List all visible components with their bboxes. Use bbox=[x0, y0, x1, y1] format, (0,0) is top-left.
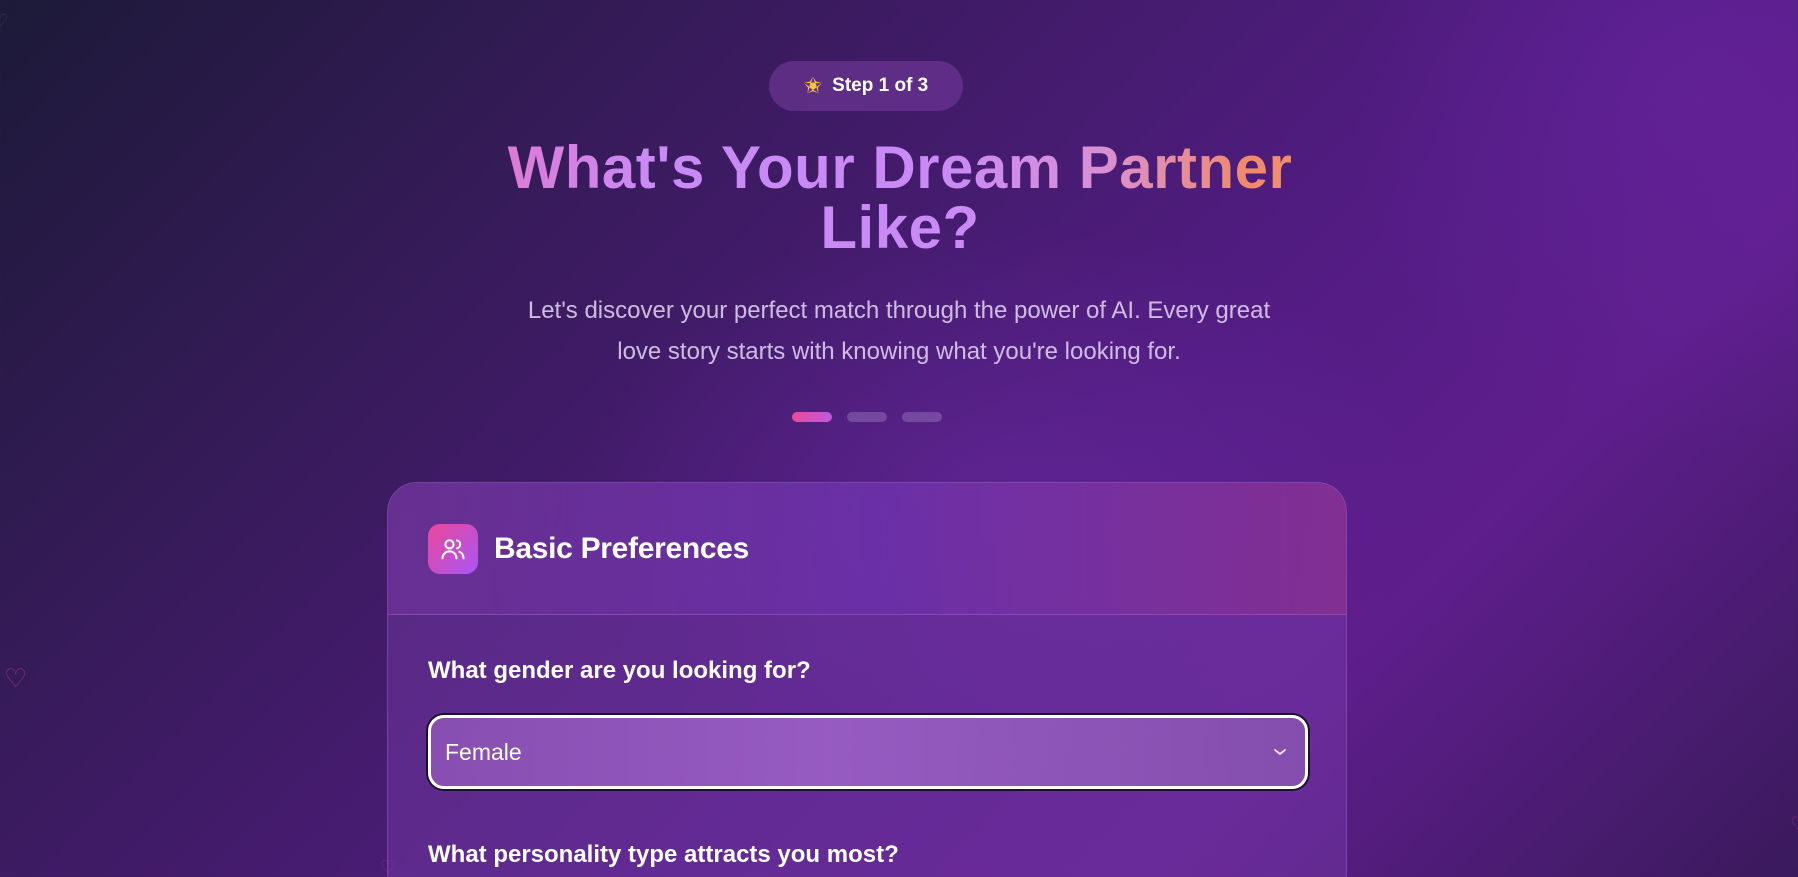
subtitle-line1: Let's discover your perfect match throug… bbox=[527, 297, 1271, 324]
subtitle-line2: love story starts with knowing what you'… bbox=[617, 338, 1181, 365]
personality-question-label: What personality type attracts you most? bbox=[428, 841, 899, 868]
step-label: Step 1 of 3 bbox=[832, 75, 929, 96]
sparkles-icon: ✬ bbox=[803, 73, 823, 98]
gender-question-label: What gender are you looking for? bbox=[428, 657, 811, 684]
gender-select-value: Female bbox=[445, 738, 522, 765]
step-progress-indicator bbox=[792, 412, 942, 422]
progress-dot-step-2 bbox=[847, 412, 887, 422]
page-subtitle: Let's discover your perfect match throug… bbox=[449, 290, 1349, 372]
preferences-card: Basic Preferences What gender are you lo… bbox=[387, 482, 1347, 877]
card-body: What gender are you looking for? Female … bbox=[388, 615, 1346, 869]
page-title: What's Your Dream Partner Like? bbox=[400, 138, 1400, 258]
users-icon bbox=[428, 523, 478, 574]
heart-icon: ♡ bbox=[0, 11, 9, 31]
heart-icon: ♡ bbox=[4, 663, 28, 693]
chevron-down-icon bbox=[1273, 744, 1287, 760]
heart-icon: ♡ bbox=[1790, 815, 1798, 835]
step-badge: ✬ Step 1 of 3 bbox=[769, 61, 963, 111]
card-title: Basic Preferences bbox=[494, 531, 750, 565]
card-header: Basic Preferences bbox=[388, 483, 1346, 615]
progress-dot-step-3 bbox=[902, 412, 942, 422]
page-title-line1: What's Your Dream Partner bbox=[400, 138, 1400, 198]
gender-select[interactable]: Female bbox=[428, 715, 1308, 789]
page-title-line2: Like? bbox=[820, 194, 980, 261]
progress-dot-step-1 bbox=[792, 412, 832, 422]
